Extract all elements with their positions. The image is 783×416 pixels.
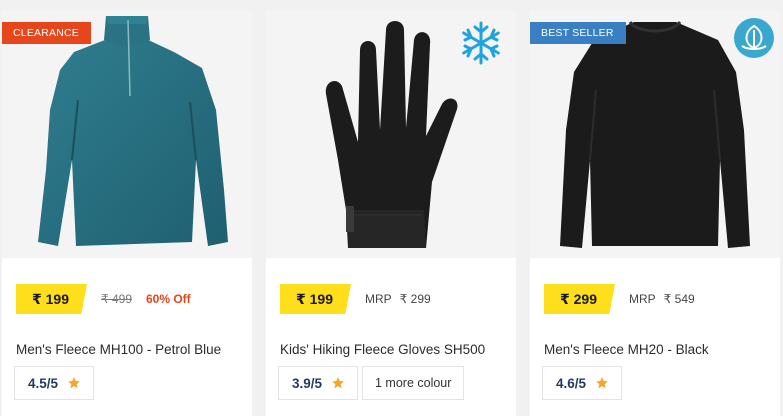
- product-title[interactable]: Men's Fleece MH20 - Black: [544, 342, 709, 357]
- mrp-value: ₹ 299: [399, 292, 431, 306]
- rating-box[interactable]: 4.6/5: [542, 366, 623, 400]
- star-icon: [68, 377, 80, 389]
- mrp-label: MRP: [365, 292, 392, 306]
- petrol-blue-fleece-image: [38, 16, 228, 246]
- rating-value: 3.9/5: [292, 375, 323, 391]
- mrp-label: MRP: [629, 292, 656, 306]
- price-row: ₹ 199 MRP ₹ 299: [280, 284, 431, 314]
- product-card[interactable]: CLEARANCE ₹ 199 ₹ 499 60% Off Men's Flee…: [2, 10, 252, 416]
- discount-label: 60% Off: [146, 292, 191, 306]
- product-info: ₹ 199 MRP ₹ 299 Kids' Hiking Fleece Glov…: [266, 268, 516, 416]
- price-tag: ₹ 199: [280, 284, 351, 314]
- price-row: ₹ 199 ₹ 499 60% Off: [16, 284, 191, 314]
- price-row: ₹ 299 MRP ₹ 549: [544, 284, 695, 314]
- old-price: ₹ 499: [101, 292, 132, 306]
- mrp-value: ₹ 549: [663, 292, 695, 306]
- eco-leaf-icon: [734, 18, 774, 58]
- snowflake-icon: [462, 21, 500, 65]
- rating-value: 4.6/5: [556, 375, 587, 391]
- product-title[interactable]: Kids' Hiking Fleece Gloves SH500: [280, 342, 485, 357]
- best-seller-badge: BEST SELLER: [530, 22, 626, 44]
- product-image[interactable]: [2, 10, 252, 258]
- star-icon: [596, 377, 608, 389]
- price-tag: ₹ 299: [544, 284, 615, 314]
- price-tag: ₹ 199: [16, 284, 87, 314]
- rating-box[interactable]: 4.5/5: [14, 366, 95, 400]
- product-image[interactable]: [530, 10, 780, 258]
- clearance-badge: CLEARANCE: [2, 22, 91, 44]
- rating-box[interactable]: 3.9/5: [278, 366, 359, 400]
- product-card[interactable]: ₹ 199 MRP ₹ 299 Kids' Hiking Fleece Glov…: [266, 10, 516, 416]
- product-info: ₹ 199 ₹ 499 60% Off Men's Fleece MH100 -…: [2, 268, 252, 416]
- more-colour-button[interactable]: 1 more colour: [362, 366, 465, 400]
- product-image[interactable]: [266, 10, 516, 258]
- rating-value: 4.5/5: [28, 375, 59, 391]
- star-icon: [332, 377, 344, 389]
- product-title[interactable]: Men's Fleece MH100 - Petrol Blue: [16, 342, 221, 357]
- product-card[interactable]: BEST SELLER ₹ 299 MRP ₹ 549 Men's Fleece…: [530, 10, 780, 416]
- product-info: ₹ 299 MRP ₹ 549 Men's Fleece MH20 - Blac…: [530, 268, 780, 416]
